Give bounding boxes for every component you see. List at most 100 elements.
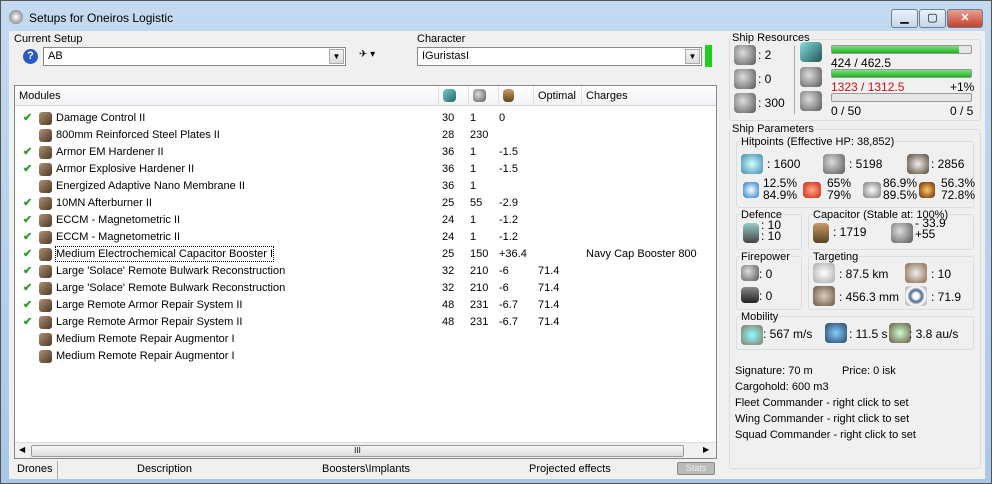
horizontal-scrollbar[interactable]: ◀ III ▶ xyxy=(15,442,716,458)
module-name: Damage Control II xyxy=(56,112,146,124)
module-capacitor: -1.5 xyxy=(499,146,518,158)
module-icon xyxy=(39,146,52,159)
capacitor-icon xyxy=(503,89,514,102)
table-row[interactable]: ✔ Damage Control II 30 1 0 xyxy=(15,110,715,127)
check-icon[interactable]: ✔ xyxy=(23,212,32,229)
sensor-strength-icon xyxy=(813,286,835,306)
modules-table[interactable]: Modules Optimal Charges ✔ Damage Control … xyxy=(14,85,717,459)
check-icon[interactable]: ✔ xyxy=(23,246,32,263)
check-icon[interactable]: ✔ xyxy=(23,161,32,178)
tab-projected-effects[interactable]: Projected effects xyxy=(529,463,611,475)
check-icon[interactable]: ✔ xyxy=(23,195,32,212)
module-icon xyxy=(39,129,52,142)
scrollbar-thumb[interactable]: III xyxy=(31,445,684,457)
col-modules[interactable]: Modules xyxy=(15,86,439,106)
module-cpu: 24 xyxy=(442,231,455,243)
armor-icon xyxy=(823,154,845,174)
col-capacitor-icon[interactable] xyxy=(499,86,534,106)
calibration-icon xyxy=(734,93,756,113)
module-cpu: 36 xyxy=(442,163,455,175)
max-targets: : 10 xyxy=(931,267,952,281)
volley: : 0 xyxy=(759,289,773,303)
table-row[interactable]: Energized Adaptive Nano Membrane II 36 1 xyxy=(15,178,715,195)
app-icon xyxy=(9,10,23,24)
module-icon xyxy=(39,282,52,295)
module-name: Armor EM Hardener II xyxy=(56,146,164,158)
check-icon[interactable]: ✔ xyxy=(23,229,32,246)
module-cpu: 25 xyxy=(442,197,455,209)
table-row[interactable]: ✔ Large 'Solace' Remote Bulwark Reconstru… xyxy=(15,280,715,297)
check-icon[interactable]: ✔ xyxy=(23,297,32,314)
module-powergrid: 150 xyxy=(470,248,489,260)
col-optimal[interactable]: Optimal xyxy=(534,86,582,106)
module-capacitor: -1.5 xyxy=(499,163,518,175)
table-row[interactable]: ✔ Large Remote Armor Repair System II 48 23… xyxy=(15,297,715,314)
module-capacitor: -6.7 xyxy=(499,316,518,328)
module-powergrid: 1 xyxy=(470,163,477,175)
module-capacitor: -6 xyxy=(499,282,509,294)
tab-description[interactable]: Description xyxy=(137,463,192,475)
table-row[interactable]: ✔ Large Remote Armor Repair System II 48 23… xyxy=(15,314,715,331)
ship-menu-button[interactable]: ✈ ▾ xyxy=(359,49,387,64)
align-time: : 11.5 s xyxy=(849,327,888,341)
check-icon[interactable]: ✔ xyxy=(23,144,32,161)
fleet-commander[interactable]: Fleet Commander - right click to set xyxy=(735,397,909,409)
client-area: Current Setup ? AB ▼ ✈ ▾ Character IGuris… xyxy=(9,31,985,479)
hull-icon xyxy=(907,154,929,174)
module-name: Large Remote Armor Repair System II xyxy=(56,316,243,328)
character-select[interactable]: IGuristasI ▼ xyxy=(417,47,702,66)
scroll-right-icon[interactable]: ▶ xyxy=(703,445,709,454)
module-powergrid: 231 xyxy=(470,299,489,311)
col-cpu-icon[interactable] xyxy=(439,86,469,106)
table-row[interactable]: 800mm Reinforced Steel Plates II 28 230 xyxy=(15,127,715,144)
table-row[interactable]: ✔ Large 'Solace' Remote Bulwark Reconstru… xyxy=(15,263,715,280)
table-row[interactable]: ✔ ECCM - Magnetometric II 24 1 -1.2 xyxy=(15,229,715,246)
window-title: Setups for Oneiros Logistic xyxy=(29,11,174,25)
squad-commander[interactable]: Squad Commander - right click to set xyxy=(735,429,916,441)
powergrid-icon xyxy=(800,67,822,87)
table-row[interactable]: ✔ 10MN Afterburner II 25 55 -2.9 xyxy=(15,195,715,212)
table-row[interactable]: Medium Remote Repair Augmentor I xyxy=(15,348,715,365)
cargohold: Cargohold: 600 m3 xyxy=(735,381,829,393)
module-name: Energized Adaptive Nano Membrane II xyxy=(56,180,245,192)
check-icon[interactable]: ✔ xyxy=(23,314,32,331)
maximize-button[interactable]: ▢ xyxy=(919,9,946,28)
module-powergrid: 1 xyxy=(470,214,477,226)
table-row[interactable]: ✔ Armor EM Hardener II 36 1 -1.5 xyxy=(15,144,715,161)
col-charges[interactable]: Charges xyxy=(582,86,716,106)
table-row[interactable]: ✔ Armor Explosive Hardener II 36 1 -1.5 xyxy=(15,161,715,178)
hull-hp: : 2856 xyxy=(931,157,965,171)
module-name: Medium Remote Repair Augmentor I xyxy=(56,333,235,345)
stats-panel: Ship Resources : 2 : 0 : 300 424 / 462.5… xyxy=(727,31,985,479)
table-row[interactable]: ✔ ECCM - Magnetometric II 24 1 -1.2 xyxy=(15,212,715,229)
signature-radius: Signature: 70 m xyxy=(735,365,813,377)
check-icon[interactable]: ✔ xyxy=(23,280,32,297)
module-optimal: 71.4 xyxy=(538,316,560,328)
kinetic-resist-icon xyxy=(863,182,881,198)
capacitor-amount: : 1719 xyxy=(833,225,867,239)
module-powergrid: 210 xyxy=(470,282,489,294)
module-optimal: 71.4 xyxy=(538,265,560,277)
module-icon xyxy=(39,350,52,363)
powergrid-overload: +1% xyxy=(950,80,975,94)
table-row[interactable]: ✔ Medium Electrochemical Capacitor Booste… xyxy=(15,246,715,263)
setup-select[interactable]: AB ▼ xyxy=(43,47,346,66)
close-button[interactable]: ✕ xyxy=(947,9,983,28)
scroll-left-icon[interactable]: ◀ xyxy=(19,445,25,454)
group-title: Mobility xyxy=(740,311,780,323)
module-capacitor: -1.2 xyxy=(499,231,518,243)
sensor-strength: : 456.3 mm xyxy=(839,290,900,304)
wing-commander[interactable]: Wing Commander - right click to set xyxy=(735,413,909,425)
check-icon[interactable]: ✔ xyxy=(23,110,32,127)
table-row[interactable]: Medium Remote Repair Augmentor I xyxy=(15,331,715,348)
minimize-button[interactable]: ▁ xyxy=(891,9,918,28)
character-status-indicator xyxy=(705,45,712,67)
check-icon[interactable]: ✔ xyxy=(23,263,32,280)
tab-drones[interactable]: Drones xyxy=(17,463,52,475)
powergrid-value: 1323 / 1312.5 xyxy=(831,80,905,94)
module-name: 10MN Afterburner II xyxy=(56,197,152,209)
tab-stats[interactable]: Stats xyxy=(677,462,715,475)
tab-boosters-implants[interactable]: Boosters\Implants xyxy=(322,463,410,475)
col-powergrid-icon[interactable] xyxy=(469,86,499,106)
help-icon[interactable]: ? xyxy=(23,49,38,64)
